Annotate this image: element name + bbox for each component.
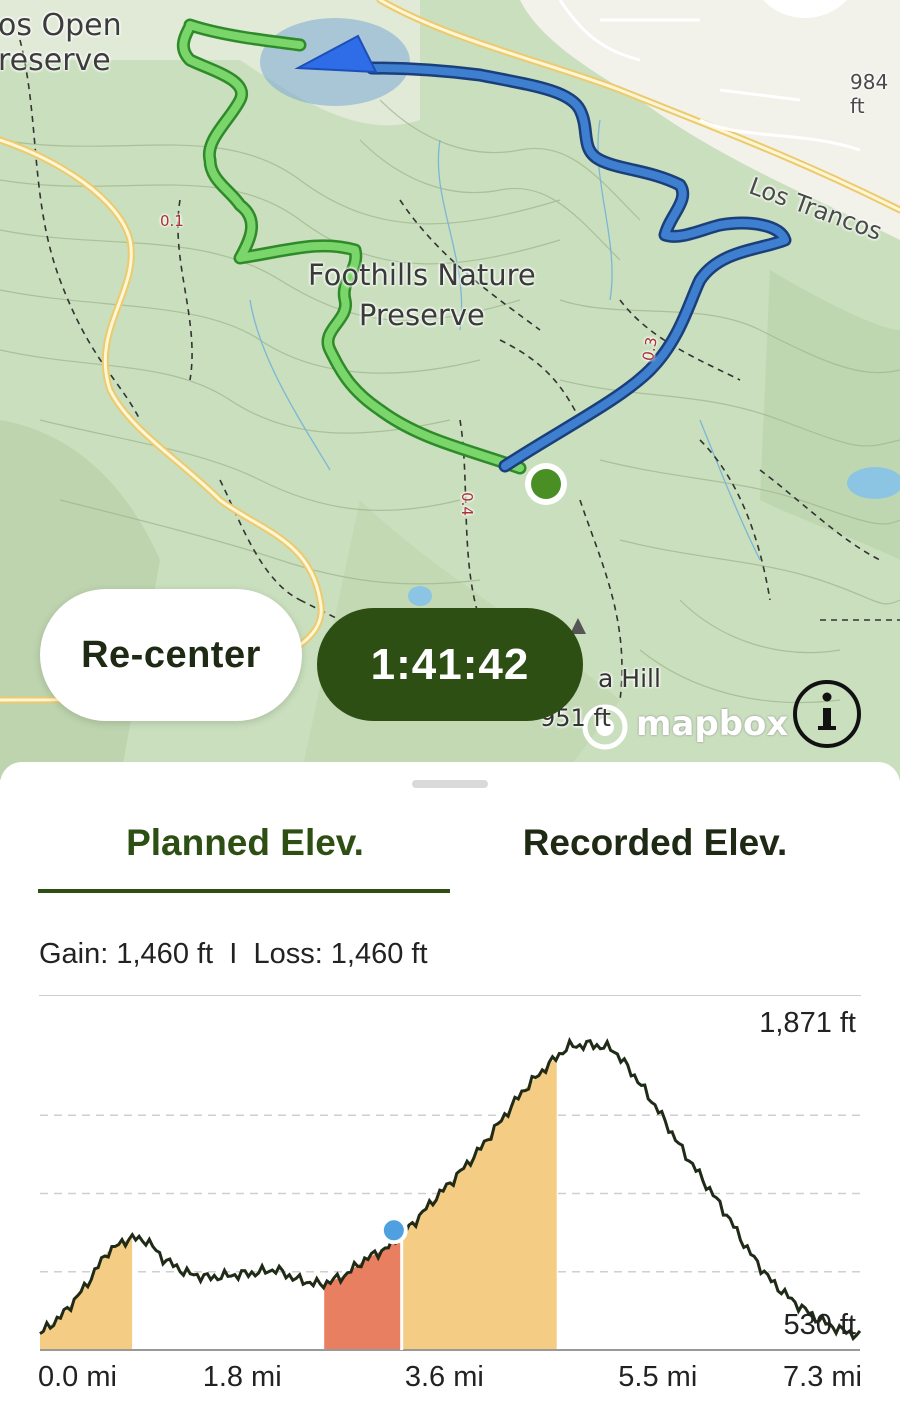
recenter-button-label: Re-center	[81, 633, 261, 676]
x-axis-tick-label: 1.8 mi	[202, 1361, 282, 1393]
x-axis-tick-label: 3.6 mi	[404, 1361, 484, 1393]
climb-segment	[401, 1057, 557, 1350]
x-axis-tick-label: 5.5 mi	[618, 1361, 698, 1393]
recenter-button[interactable]: Re-center	[40, 589, 302, 721]
x-axis-tick-label: 7.3 mi	[783, 1361, 862, 1393]
elapsed-timer-value: 1:41:42	[370, 639, 530, 689]
elevation-chart[interactable]	[0, 762, 900, 1423]
x-axis-tick-label: 0.0 mi	[38, 1361, 117, 1393]
current-position-marker	[379, 1216, 408, 1245]
position-dot	[525, 463, 567, 505]
map-label-elevation-984: 984 ft	[850, 70, 889, 118]
elapsed-timer-button[interactable]: 1:41:42	[317, 608, 583, 721]
current-climb-segment	[324, 1234, 402, 1350]
trail-distance-label: 0.1	[160, 212, 184, 230]
climb-segment	[40, 1237, 133, 1350]
y-axis-max-label: 1,871 ft	[759, 1007, 856, 1039]
y-axis-min-label: 530 ft	[783, 1309, 856, 1341]
trail-distance-label: 0.4	[457, 492, 476, 516]
map-label-hill: a Hill	[598, 664, 661, 693]
map-label-open-preserve: os Open reserve	[0, 8, 122, 78]
mapbox-attribution[interactable]: mapbox	[636, 704, 788, 744]
map-label-foothills-preserve: Foothills Nature Preserve	[308, 258, 536, 332]
